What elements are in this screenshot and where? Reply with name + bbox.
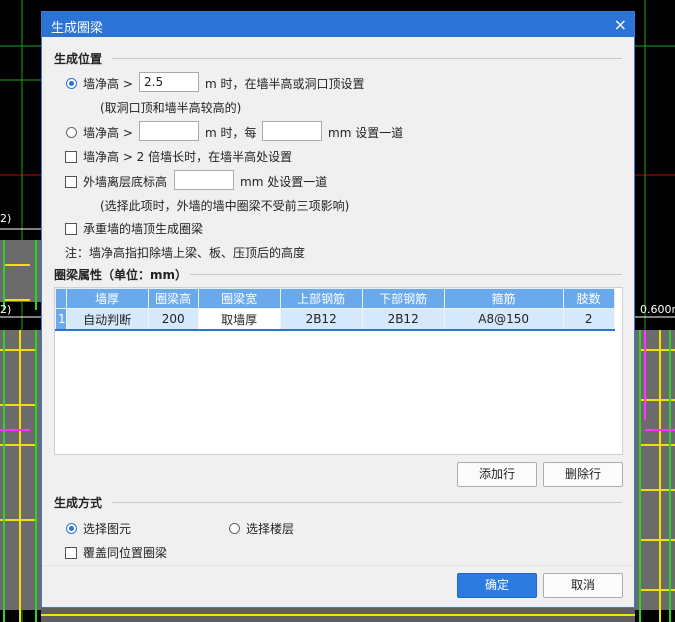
close-icon[interactable]: ×: [614, 15, 627, 34]
axis-label: 2): [0, 303, 12, 316]
exterior-height-input[interactable]: [174, 170, 234, 190]
cancel-button[interactable]: 取消: [543, 573, 623, 598]
check-label: 墙净高 > 2 倍墙长时，在墙半高处设置: [83, 150, 293, 164]
interval-input[interactable]: [262, 121, 322, 141]
check-exterior-wall[interactable]: 外墙离层底标高: [65, 173, 167, 190]
ring-beam-table: 墙厚 圈梁高 圈梁宽 上部钢筋 下部钢筋 箍筋 肢数 1 自动判断 200 取墙…: [54, 287, 623, 455]
cell-beam-width[interactable]: 取墙厚: [197, 308, 281, 331]
option-select-element[interactable]: 选择图元: [66, 520, 131, 537]
column-header[interactable]: 上部钢筋: [279, 288, 363, 309]
check-bearing-wall[interactable]: 承重墙的墙顶生成圈梁: [65, 220, 203, 237]
check-double-length[interactable]: 墙净高 > 2 倍墙长时，在墙半高处设置: [65, 148, 292, 165]
option-note: (取洞口顶和墙半高较高的): [100, 101, 242, 115]
column-header[interactable]: 肢数: [562, 288, 615, 309]
radio-select-floor[interactable]: [229, 523, 240, 534]
option-mid: m 时，每: [205, 126, 257, 140]
position-section-title: 生成位置: [54, 52, 103, 66]
ok-button[interactable]: 确定: [457, 573, 537, 598]
cell-top-rebar[interactable]: 2B12: [279, 308, 363, 331]
check-label: 承重墙的墙顶生成圈梁: [83, 222, 204, 236]
section-divider: [190, 274, 622, 275]
option-label: 墙净高 >: [83, 126, 133, 140]
cell-legs[interactable]: 2: [562, 308, 615, 331]
column-header[interactable]: 圈梁高: [147, 288, 199, 309]
table-header-row: 墙厚 圈梁高 圈梁宽 上部钢筋 下部钢筋 箍筋 肢数: [55, 288, 615, 309]
cell-beam-height[interactable]: 200: [147, 308, 199, 331]
table-row[interactable]: 1 自动判断 200 取墙厚 2B12 2B12 A8@150 2: [55, 308, 615, 331]
radio-select-element[interactable]: [66, 523, 77, 534]
property-grid: 墙厚 圈梁高 圈梁宽 上部钢筋 下部钢筋 箍筋 肢数 1 自动判断 200 取墙…: [55, 288, 615, 331]
dialog-titlebar[interactable]: 生成圈梁 ×: [42, 12, 634, 37]
check-label: 外墙离层底标高: [83, 175, 168, 189]
wall-height-input-2[interactable]: [139, 121, 199, 141]
option-select-floor[interactable]: 选择楼层: [229, 520, 294, 537]
option-suffix: m 时，在墙半高或洞口顶设置: [205, 77, 365, 91]
wall-height-input[interactable]: [139, 72, 199, 92]
generate-ring-beam-dialog: 生成圈梁 × 生成位置 墙净高 > m 时，在墙半高或洞口顶设置 (取洞口顶和墙…: [41, 11, 635, 608]
option-wall-height-half[interactable]: 墙净高 >: [66, 75, 133, 92]
checkbox-bearing-wall[interactable]: [65, 222, 77, 235]
footer-divider: [42, 565, 634, 566]
footnote: 注：墙净高指扣除墙上梁、板、压顶后的高度: [65, 246, 306, 260]
column-header[interactable]: 圈梁宽: [197, 288, 281, 309]
column-header[interactable]: 箍筋: [443, 288, 564, 309]
elevation-label: 0.600m: [640, 303, 675, 316]
option-suffix: mm 设置一道: [328, 126, 404, 140]
checkbox-overwrite[interactable]: [65, 546, 77, 559]
row-num-header: [55, 288, 67, 309]
cell-wall-thickness[interactable]: 自动判断: [65, 308, 149, 331]
option-label: 墙净高 >: [83, 77, 133, 91]
check-note: (选择此项时，外墙的墙中圈梁不受前三项影响): [100, 199, 350, 213]
check-suffix: mm 处设置一道: [240, 175, 328, 189]
column-header[interactable]: 墙厚: [65, 288, 149, 309]
check-overwrite[interactable]: 覆盖同位置圈梁: [65, 544, 167, 561]
axis-label: 2): [0, 212, 12, 225]
option-label: 选择图元: [83, 522, 132, 536]
section-divider: [112, 58, 622, 59]
method-section-title: 生成方式: [54, 496, 103, 510]
cell-stirrup[interactable]: A8@150: [443, 308, 564, 331]
radio-wall-height-half[interactable]: [66, 78, 77, 89]
add-row-button[interactable]: 添加行: [457, 462, 537, 487]
check-label: 覆盖同位置圈梁: [83, 546, 168, 560]
column-header[interactable]: 下部钢筋: [361, 288, 445, 309]
cell-bottom-rebar[interactable]: 2B12: [361, 308, 445, 331]
dialog-title: 生成圈梁: [51, 21, 104, 36]
radio-wall-height-interval[interactable]: [66, 127, 77, 138]
section-divider: [112, 502, 622, 503]
delete-row-button[interactable]: 删除行: [543, 462, 623, 487]
row-number: 1: [55, 308, 67, 331]
checkbox-exterior-wall[interactable]: [65, 175, 77, 188]
option-label: 选择楼层: [246, 522, 295, 536]
props-section-title: 圈梁属性（单位：mm）: [54, 268, 188, 282]
option-wall-height-interval[interactable]: 墙净高 >: [66, 124, 133, 141]
checkbox-double-length[interactable]: [65, 150, 77, 163]
